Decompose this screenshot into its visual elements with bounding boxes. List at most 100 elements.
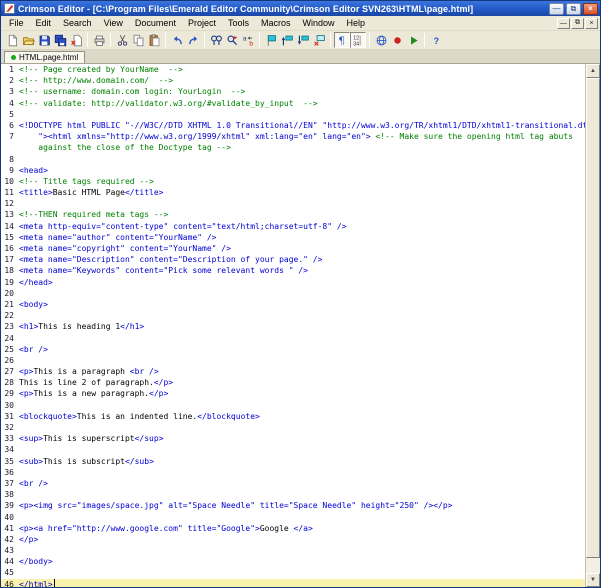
code-line[interactable]: 1<!-- Page created by YourName --> — [1, 64, 585, 75]
copy-icon[interactable] — [130, 32, 146, 48]
line-numbers-icon[interactable]: 1234 — [350, 32, 366, 48]
code-line[interactable]: 2<!-- http://www.domain.com/ --> — [1, 75, 585, 86]
undo-icon[interactable] — [169, 32, 185, 48]
scrollbar-track[interactable] — [586, 78, 600, 573]
code-line[interactable]: 42</p> — [1, 534, 585, 545]
code-line[interactable]: 11<title>Basic HTML Page</title> — [1, 187, 585, 198]
clear-bookmarks-icon[interactable] — [311, 32, 327, 48]
code-line[interactable]: 6<!DOCTYPE html PUBLIC "-//W3C//DTD XHTM… — [1, 120, 585, 131]
menu-view[interactable]: View — [98, 16, 129, 30]
mdi-minimize-button[interactable]: — — [557, 18, 570, 29]
code-line[interactable]: 9<head> — [1, 165, 585, 176]
find-icon[interactable] — [208, 32, 224, 48]
code-line[interactable]: 31<blockquote>This is an indented line.<… — [1, 411, 585, 422]
menu-window[interactable]: Window — [297, 16, 341, 30]
code-line[interactable]: 36 — [1, 467, 585, 478]
replace-icon[interactable]: ab — [240, 32, 256, 48]
code-line[interactable]: 3<!-- username: domain.com login: YourLo… — [1, 86, 585, 97]
menu-help[interactable]: Help — [341, 16, 372, 30]
menu-project[interactable]: Project — [182, 16, 222, 30]
code-line[interactable]: 23<h1>This is heading 1</h1> — [1, 321, 585, 332]
app-icon[interactable] — [4, 3, 15, 14]
code-line[interactable]: 45 — [1, 567, 585, 578]
menu-tools[interactable]: Tools — [222, 16, 255, 30]
code-line[interactable]: 34 — [1, 444, 585, 455]
code-text: <title>Basic HTML Page</title> — [19, 187, 164, 198]
menu-search[interactable]: Search — [57, 16, 98, 30]
toggle-bookmark-icon[interactable] — [263, 32, 279, 48]
code-line[interactable]: 10<!-- Title tags required --> — [1, 176, 585, 187]
menu-macros[interactable]: Macros — [255, 16, 297, 30]
paste-icon[interactable] — [146, 32, 162, 48]
code-line[interactable]: 41<p><a href="http://www.google.com" tit… — [1, 523, 585, 534]
cut-icon[interactable] — [114, 32, 130, 48]
macro-record-icon[interactable] — [389, 32, 405, 48]
code-line[interactable]: 21<body> — [1, 299, 585, 310]
code-text: <!DOCTYPE html PUBLIC "-//W3C//DTD XHTML… — [19, 120, 585, 131]
code-line[interactable]: 7 "><html xmlns="http://www.w3.org/1999/… — [1, 131, 585, 142]
view-in-browser-icon[interactable] — [373, 32, 389, 48]
code-line[interactable]: 18<meta name="Keywords" content="Pick so… — [1, 265, 585, 276]
close-button[interactable]: × — [583, 3, 598, 15]
code-line[interactable]: 16<meta name="copyright" content="YourNa… — [1, 243, 585, 254]
code-line[interactable]: 30 — [1, 400, 585, 411]
mdi-restore-button[interactable]: ⧉ — [571, 18, 584, 29]
next-bookmark-icon[interactable] — [295, 32, 311, 48]
code-line[interactable]: 12 — [1, 198, 585, 209]
code-line[interactable]: 14<meta http-equiv="content-type" conten… — [1, 221, 585, 232]
code-line[interactable]: 19</head> — [1, 277, 585, 288]
code-text: </p> — [19, 534, 38, 545]
code-line[interactable]: 32 — [1, 422, 585, 433]
code-line[interactable]: 17<meta name="Description" content="Desc… — [1, 254, 585, 265]
code-line[interactable]: 27<p>This is a paragraph <br /> — [1, 366, 585, 377]
code-line[interactable]: 44</body> — [1, 556, 585, 567]
code-line[interactable]: 43 — [1, 545, 585, 556]
code-line[interactable]: 15<meta name="author" content="YourName"… — [1, 232, 585, 243]
code-line[interactable]: 8 — [1, 154, 585, 165]
previous-bookmark-icon[interactable] — [279, 32, 295, 48]
close-file-icon[interactable] — [68, 32, 84, 48]
print-icon[interactable] — [91, 32, 107, 48]
scrollbar-thumb[interactable] — [586, 78, 600, 558]
menu-edit[interactable]: Edit — [30, 16, 58, 30]
save-file-icon[interactable] — [36, 32, 52, 48]
code-line[interactable]: 33<sup>This is superscript</sup> — [1, 433, 585, 444]
code-line[interactable]: 20 — [1, 288, 585, 299]
code-line[interactable]: 28This is line 2 of paragraph.</p> — [1, 377, 585, 388]
mdi-close-button[interactable]: × — [585, 18, 598, 29]
word-wrap-icon[interactable]: ¶ — [334, 32, 350, 48]
code-line[interactable]: 25<br /> — [1, 344, 585, 355]
code-line[interactable]: 37<br /> — [1, 478, 585, 489]
code-line[interactable]: 38 — [1, 489, 585, 500]
code-area[interactable]: 1<!-- Page created by YourName -->2<!-- … — [1, 64, 585, 587]
menu-file[interactable]: File — [3, 16, 30, 30]
save-all-icon[interactable] — [52, 32, 68, 48]
code-line[interactable]: 29<p>This is a new paragraph.</p> — [1, 388, 585, 399]
redo-icon[interactable] — [185, 32, 201, 48]
editor-area[interactable]: 1<!-- Page created by YourName -->2<!-- … — [1, 63, 600, 587]
code-line[interactable]: 13<!--THEN required meta tags --> — [1, 209, 585, 220]
scroll-down-icon[interactable]: ▼ — [586, 573, 600, 587]
find-next-icon[interactable] — [224, 32, 240, 48]
help-icon[interactable]: ? — [428, 32, 444, 48]
code-line[interactable]: 4<!-- validate: http://validator.w3.org/… — [1, 98, 585, 109]
code-line[interactable]: 24 — [1, 333, 585, 344]
vertical-scrollbar[interactable]: ▲ ▼ — [585, 64, 600, 587]
code-line[interactable]: against the close of the Doctype tag --> — [1, 142, 585, 153]
code-line[interactable]: 22 — [1, 310, 585, 321]
toolbar-separator — [165, 33, 166, 47]
scroll-up-icon[interactable]: ▲ — [586, 64, 600, 78]
code-line[interactable]: 39<p><img src="images/space.jpg" alt="Sp… — [1, 500, 585, 511]
open-file-icon[interactable] — [20, 32, 36, 48]
current-line[interactable]: 46</html> — [1, 579, 585, 587]
tab-page-html[interactable]: HTML.page.html — [4, 51, 85, 63]
menu-document[interactable]: Document — [129, 16, 182, 30]
code-line[interactable]: 5 — [1, 109, 585, 120]
restore-button[interactable]: ⧉ — [566, 3, 581, 15]
minimize-button[interactable]: — — [549, 3, 564, 15]
code-line[interactable]: 26 — [1, 355, 585, 366]
macro-play-icon[interactable] — [405, 32, 421, 48]
new-file-icon[interactable] — [4, 32, 20, 48]
code-line[interactable]: 40 — [1, 512, 585, 523]
code-line[interactable]: 35<sub>This is subscript</sub> — [1, 456, 585, 467]
